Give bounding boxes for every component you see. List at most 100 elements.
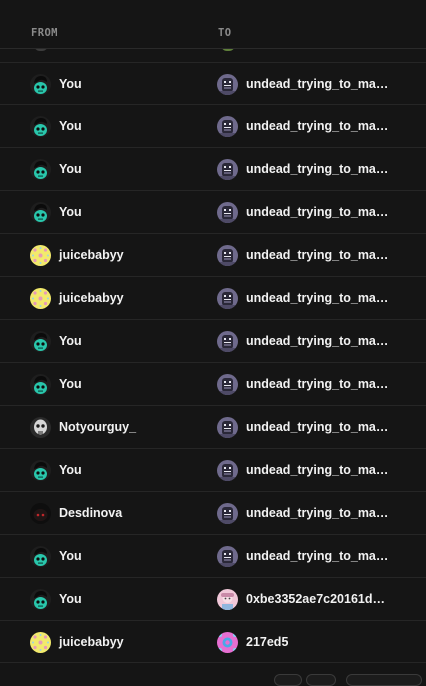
to-cell[interactable]: undead_trying_to_make_... (217, 148, 391, 190)
page-size-button[interactable] (346, 674, 422, 686)
to-username-link[interactable]: undead_trying_to_make_... (246, 291, 391, 305)
from-username-link[interactable]: You (59, 162, 82, 176)
table-row[interactable]: You undead_trying_to_make_... (0, 105, 426, 148)
to-username-link[interactable]: undead_trying_to_make_... (246, 549, 391, 563)
from-cell[interactable]: You (30, 191, 82, 233)
to-cell[interactable]: undead_trying_to_make_... (217, 535, 391, 577)
to-cell[interactable]: undead_trying_to_make_... (217, 191, 391, 233)
from-cell[interactable]: juicebabyy (30, 277, 124, 319)
from-username-link[interactable]: juicebabyy (59, 248, 124, 262)
to-username-link[interactable]: undead_trying_to_make_... (246, 119, 391, 133)
to-user-avatar[interactable] (217, 459, 238, 481)
table-row[interactable]: You undead_trying_to_make_... (0, 449, 426, 492)
from-cell[interactable]: juicebabyy (30, 621, 124, 663)
from-user-avatar[interactable] (30, 631, 51, 653)
to-username-link[interactable]: undead_trying_to_make_... (246, 162, 391, 176)
to-username-link[interactable]: undead_trying_to_make_... (246, 377, 391, 391)
from-cell[interactable]: You (30, 449, 82, 491)
from-cell[interactable]: Notyourguy_ (30, 406, 136, 448)
from-cell[interactable]: You (30, 148, 82, 190)
to-username-link[interactable]: undead_trying_to_make_... (246, 463, 391, 477)
to-cell[interactable]: undead_trying_to_make_... (217, 449, 391, 491)
to-cell[interactable]: undead_trying_to_make_... (217, 105, 391, 147)
to-user-avatar[interactable] (217, 588, 238, 610)
from-cell[interactable]: You (30, 535, 82, 577)
to-username-link[interactable]: undead_trying_to_make_... (246, 77, 391, 91)
to-user-avatar[interactable] (217, 244, 238, 266)
from-user-avatar[interactable] (30, 330, 51, 352)
to-cell[interactable]: 217ed5 (217, 621, 288, 663)
from-cell[interactable]: You (30, 578, 82, 620)
to-user-avatar[interactable] (217, 287, 238, 309)
table-row[interactable]: You 0xbe3352ae7c20161d4f... (0, 578, 426, 621)
to-username-link[interactable]: undead_trying_to_make_... (246, 420, 391, 434)
table-row[interactable]: juicebabyy undead_trying_to_make_... (0, 234, 426, 277)
from-cell[interactable]: You (30, 320, 82, 362)
to-user-avatar[interactable] (217, 115, 238, 137)
from-username-link[interactable]: You (59, 377, 82, 391)
table-row[interactable]: You undead_trying_to_make_... (0, 62, 426, 105)
from-cell[interactable]: You (30, 63, 82, 105)
to-cell[interactable]: undead_trying_to_make_... (217, 63, 391, 105)
table-row[interactable]: You undead_trying_to_make_... (0, 148, 426, 191)
to-cell[interactable]: undead_trying_to_make_... (217, 363, 391, 405)
from-user-avatar[interactable] (30, 287, 51, 309)
table-row[interactable]: Desdinova undead_trying_to_make_... (0, 492, 426, 535)
from-username-link[interactable]: You (59, 463, 82, 477)
to-cell[interactable]: undead_trying_to_make_... (217, 406, 391, 448)
to-username-link[interactable]: undead_trying_to_make_... (246, 334, 391, 348)
from-username-link[interactable]: juicebabyy (59, 635, 124, 649)
table-row[interactable]: You undead_trying_to_make_... (0, 535, 426, 578)
to-user-avatar[interactable] (217, 631, 238, 653)
from-cell[interactable]: juicebabyy (30, 234, 124, 276)
to-user-avatar[interactable] (217, 502, 238, 524)
table-row[interactable]: You undead_trying_to_make_... (0, 320, 426, 363)
next-page-button[interactable] (306, 674, 336, 686)
from-cell[interactable]: You (30, 363, 82, 405)
from-username-link[interactable]: Desdinova (59, 506, 122, 520)
from-username-link[interactable]: juicebabyy (59, 291, 124, 305)
from-user-avatar[interactable] (30, 459, 51, 481)
to-cell[interactable]: undead_trying_to_make_... (217, 492, 391, 534)
to-user-avatar[interactable] (217, 201, 238, 223)
from-user-avatar[interactable] (30, 115, 51, 137)
table-row[interactable]: You undead_trying_to_make_... (0, 363, 426, 406)
from-user-avatar[interactable] (30, 373, 51, 395)
prev-page-button[interactable] (274, 674, 302, 686)
to-cell[interactable]: undead_trying_to_make_... (217, 277, 391, 319)
from-username-link[interactable]: You (59, 119, 82, 133)
to-cell[interactable]: undead_trying_to_make_... (217, 234, 391, 276)
to-username-link[interactable]: 0xbe3352ae7c20161d4f... (246, 592, 391, 606)
table-row[interactable]: Notyourguy_ undead_trying_to_make_... (0, 406, 426, 449)
from-cell[interactable]: Desdinova (30, 492, 122, 534)
from-user-avatar[interactable] (30, 416, 51, 438)
from-cell[interactable]: You (30, 105, 82, 147)
table-row[interactable]: juicebabyy 217ed5 (0, 621, 426, 664)
to-user-avatar[interactable] (217, 330, 238, 352)
from-user-avatar[interactable] (30, 244, 51, 266)
from-username-link[interactable]: You (59, 205, 82, 219)
from-username-link[interactable]: You (59, 334, 82, 348)
table-row[interactable]: You undead_trying_to_make_... (0, 191, 426, 234)
from-user-avatar[interactable] (30, 201, 51, 223)
from-username-link[interactable]: You (59, 77, 82, 91)
to-username-link[interactable]: undead_trying_to_make_... (246, 248, 391, 262)
from-user-avatar[interactable] (30, 158, 51, 180)
to-user-avatar[interactable] (217, 73, 238, 95)
from-user-avatar[interactable] (30, 73, 51, 95)
to-username-link[interactable]: undead_trying_to_make_... (246, 506, 391, 520)
to-username-link[interactable]: 217ed5 (246, 635, 288, 649)
to-cell[interactable]: undead_trying_to_make_... (217, 320, 391, 362)
from-user-avatar[interactable] (30, 588, 51, 610)
from-user-avatar[interactable] (30, 545, 51, 567)
to-user-avatar[interactable] (217, 545, 238, 567)
to-user-avatar[interactable] (217, 373, 238, 395)
from-username-link[interactable]: You (59, 549, 82, 563)
to-username-link[interactable]: undead_trying_to_make_... (246, 205, 391, 219)
to-user-avatar[interactable] (217, 158, 238, 180)
from-username-link[interactable]: Notyourguy_ (59, 420, 136, 434)
from-user-avatar[interactable] (30, 502, 51, 524)
from-username-link[interactable]: You (59, 592, 82, 606)
to-cell[interactable]: 0xbe3352ae7c20161d4f... (217, 578, 391, 620)
table-row[interactable]: juicebabyy undead_trying_to_make_... (0, 277, 426, 320)
